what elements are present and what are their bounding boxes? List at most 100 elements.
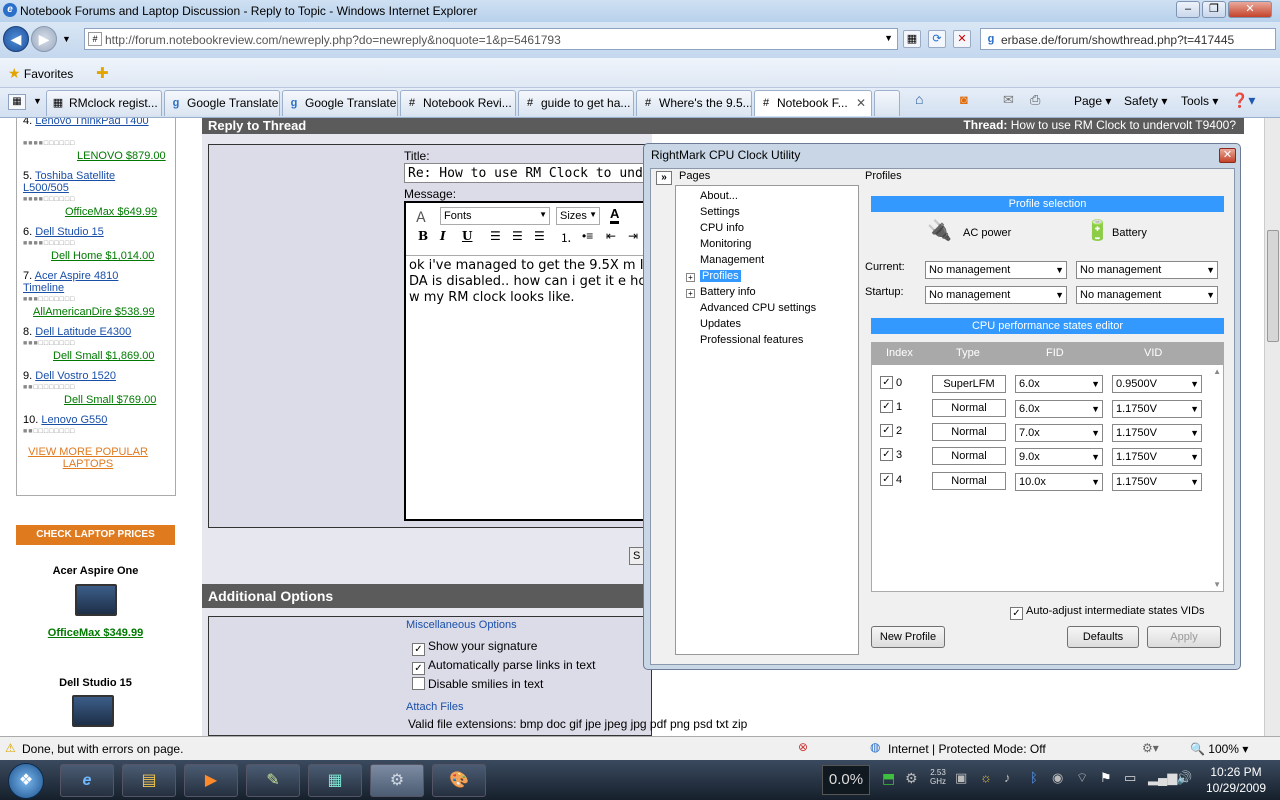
- tab-wheres-the[interactable]: # Where's the 9.5...: [636, 90, 752, 116]
- fid-select[interactable]: 7.0x ▼: [1015, 424, 1103, 442]
- page-management[interactable]: Management: [700, 254, 764, 266]
- parse-links-option[interactable]: ✓ Automatically parse links in text: [412, 658, 595, 675]
- close-button[interactable]: ✕: [1228, 1, 1272, 18]
- explorer-taskbar-icon[interactable]: ▤: [122, 764, 176, 797]
- page-advanced-cpu[interactable]: Advanced CPU settings: [700, 302, 816, 314]
- state-checkbox[interactable]: ✓: [880, 448, 893, 461]
- align-right-icon[interactable]: ☰: [534, 229, 545, 243]
- align-left-icon[interactable]: ☰: [490, 229, 501, 243]
- fid-select[interactable]: 9.0x ▼: [1015, 448, 1103, 466]
- page-battery-info[interactable]: Battery info: [700, 286, 756, 298]
- tab-guide[interactable]: # guide to get ha...: [518, 90, 634, 116]
- page-professional[interactable]: Professional features: [700, 334, 803, 346]
- indent-icon[interactable]: ⇥: [628, 229, 638, 243]
- laptop-image[interactable]: [72, 695, 114, 727]
- search-input[interactable]: g erbase.de/forum/showthread.php?t=41744…: [980, 28, 1276, 50]
- laptop-link[interactable]: Toshiba Satellite L500/505: [23, 170, 115, 194]
- tab-list-dropdown[interactable]: ▼: [33, 96, 42, 106]
- add-favorite-icon[interactable]: ✚: [96, 64, 109, 82]
- auto-adjust-option[interactable]: ✓ Auto-adjust intermediate states VIDs: [1010, 605, 1205, 620]
- price-link[interactable]: AllAmericanDire $538.99: [33, 306, 155, 318]
- vid-select[interactable]: 0.9500V ▼: [1112, 375, 1202, 393]
- sizes-select[interactable]: Sizes ▼: [556, 207, 600, 225]
- laptop-link[interactable]: Dell Latitude E4300: [35, 326, 131, 338]
- media-player-taskbar-icon[interactable]: ▶: [184, 764, 238, 797]
- checkbox[interactable]: ✓: [412, 643, 425, 656]
- bullet-list-icon[interactable]: •≡: [582, 229, 593, 243]
- tab-notebook-forums[interactable]: # Notebook F... ✕: [754, 90, 872, 116]
- vid-select[interactable]: 1.1750V ▼: [1112, 473, 1202, 491]
- state-checkbox[interactable]: ✓: [880, 473, 893, 486]
- favorites-button[interactable]: ★ Favorites: [8, 65, 73, 82]
- defaults-button[interactable]: Defaults: [1067, 626, 1139, 648]
- laptop-link[interactable]: Lenovo ThinkPad T400: [35, 118, 148, 127]
- page-profiles[interactable]: Profiles: [700, 270, 741, 282]
- action-center-icon[interactable]: ⚑: [1100, 770, 1112, 786]
- vid-select[interactable]: 1.1750V ▼: [1112, 424, 1202, 442]
- price-link[interactable]: Dell Home $1,014.00: [51, 250, 154, 262]
- tab-notebook-review[interactable]: # Notebook Revi...: [400, 90, 516, 116]
- fid-select[interactable]: 10.0x ▼: [1015, 473, 1103, 491]
- price-link[interactable]: Dell Small $769.00: [64, 394, 156, 406]
- checkbox[interactable]: [412, 677, 425, 690]
- notes-taskbar-icon[interactable]: ✎: [246, 764, 300, 797]
- rmclock-taskbar-icon[interactable]: ▦: [308, 764, 362, 797]
- clock-date[interactable]: 10/29/2009: [1196, 781, 1276, 795]
- minimize-button[interactable]: –: [1176, 1, 1200, 18]
- home-icon[interactable]: ⌂: [915, 91, 923, 107]
- product-price-link[interactable]: OfficeMax $349.99: [16, 627, 175, 639]
- bluetooth-icon[interactable]: ᛒ: [1030, 770, 1038, 785]
- underline-button[interactable]: U: [462, 229, 472, 243]
- feeds-icon[interactable]: ◙: [960, 92, 968, 107]
- checkbox[interactable]: ✓: [1010, 607, 1023, 620]
- show-signature-option[interactable]: ✓ Show your signature: [412, 639, 537, 656]
- new-profile-button[interactable]: New Profile: [871, 626, 945, 648]
- warning-icon[interactable]: ⚠: [5, 741, 16, 755]
- forward-button[interactable]: ▶: [31, 26, 57, 52]
- page-monitoring[interactable]: Monitoring: [700, 238, 751, 250]
- scroll-up-icon[interactable]: ▲: [1213, 367, 1221, 376]
- checkbox[interactable]: ✓: [412, 662, 425, 675]
- fid-select[interactable]: 6.0x ▼: [1015, 375, 1103, 393]
- message-textarea[interactable]: ok i've managed to get the 9.5X m IDA is…: [406, 255, 652, 519]
- signal-icon[interactable]: ▂▄▆: [1148, 770, 1177, 786]
- tab-google-translate-2[interactable]: g Google Translate: [282, 90, 398, 116]
- state-checkbox[interactable]: ✓: [880, 400, 893, 413]
- italic-button[interactable]: I: [440, 229, 446, 243]
- price-link[interactable]: LENOVO $879.00: [77, 150, 166, 162]
- current-battery-select[interactable]: No management ▼: [1076, 261, 1218, 279]
- tray-icon[interactable]: ◉: [1052, 770, 1063, 786]
- fid-select[interactable]: 6.0x ▼: [1015, 400, 1103, 418]
- laptop-link[interactable]: Dell Vostro 1520: [35, 370, 116, 382]
- tray-icon[interactable]: ☼: [980, 770, 992, 785]
- recent-pages-dropdown[interactable]: ▼: [62, 34, 71, 44]
- expand-battery-icon[interactable]: +: [686, 289, 695, 298]
- state-checkbox[interactable]: ✓: [880, 424, 893, 437]
- phishing-filter-icon[interactable]: ⊗: [798, 740, 808, 754]
- bold-button[interactable]: B: [418, 229, 428, 243]
- compatibility-icon[interactable]: ▦: [903, 30, 921, 48]
- paint-taskbar-icon[interactable]: 🎨: [432, 764, 486, 797]
- vid-select[interactable]: 1.1750V ▼: [1112, 400, 1202, 418]
- format-icon[interactable]: Ａ: [414, 207, 428, 227]
- laptop-link[interactable]: Acer Aspire 4810 Timeline: [23, 270, 118, 294]
- startup-ac-select[interactable]: No management ▼: [925, 286, 1067, 304]
- clock-time[interactable]: 10:26 PM: [1196, 765, 1276, 779]
- tab-rmclock[interactable]: ▦ RMclock regist...: [46, 90, 162, 116]
- scroll-down-icon[interactable]: ▼: [1213, 580, 1221, 589]
- text-color-icon[interactable]: A: [610, 206, 620, 224]
- safety-menu[interactable]: Safety ▾: [1124, 94, 1167, 108]
- page-settings[interactable]: Settings: [700, 206, 740, 218]
- view-more-link[interactable]: VIEW MORE POPULAR LAPTOPS: [23, 446, 153, 470]
- page-updates[interactable]: Updates: [700, 318, 741, 330]
- ie-taskbar-icon[interactable]: e: [60, 764, 114, 797]
- laptop-link[interactable]: Dell Studio 15: [35, 226, 104, 238]
- power-icon[interactable]: ▭: [1124, 770, 1136, 786]
- laptop-link[interactable]: Lenovo G550: [41, 414, 107, 426]
- maximize-button[interactable]: ❐: [1202, 1, 1226, 18]
- tray-icon[interactable]: ▣: [955, 770, 967, 786]
- page-menu[interactable]: Page ▾: [1074, 94, 1111, 108]
- settings-taskbar-icon[interactable]: ⚙: [370, 764, 424, 797]
- scroll-thumb[interactable]: [1267, 230, 1279, 342]
- tray-icon[interactable]: ♪: [1004, 770, 1011, 785]
